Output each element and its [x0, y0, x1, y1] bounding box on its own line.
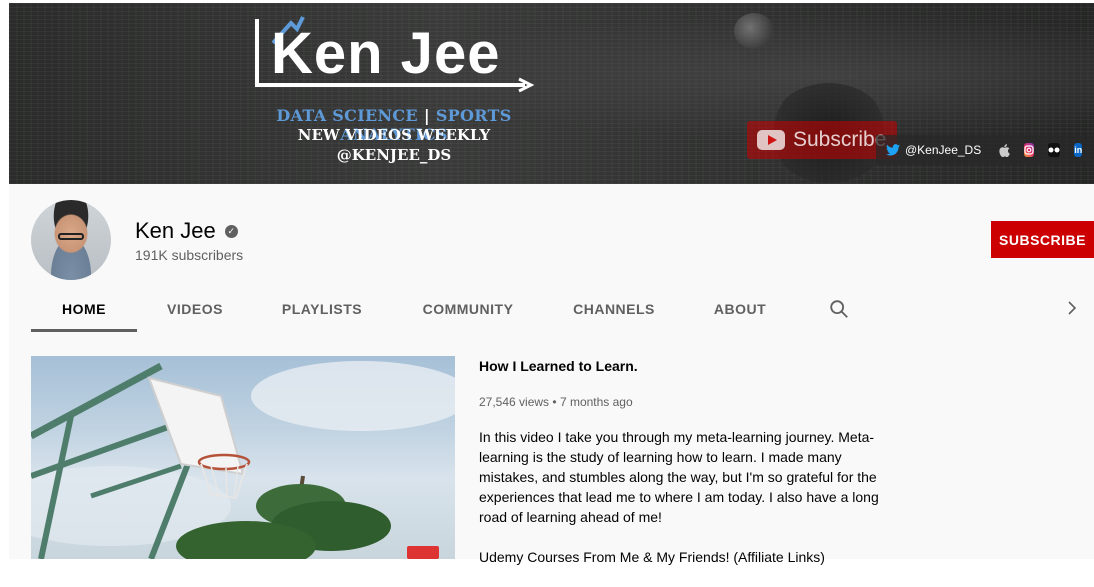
- upload-age: 7 months ago: [559, 395, 633, 409]
- subscribe-button[interactable]: SUBSCRIBE: [991, 221, 1094, 258]
- subscriber-count: 191K subscribers: [135, 247, 244, 263]
- apple-icon[interactable]: [999, 143, 1011, 157]
- description-paragraph: In this video I take you through my meta…: [479, 429, 879, 525]
- banner-tagline-handle: @KENJEE_DS: [336, 146, 452, 164]
- featured-video-title[interactable]: How I Learned to Learn.: [479, 358, 638, 374]
- tab-about[interactable]: ABOUT: [683, 288, 797, 332]
- twitter-link[interactable]: @KenJee_DS: [886, 143, 981, 157]
- basketball-hoop-image: [31, 361, 455, 559]
- banner-tagline-weekly: NEW VIDEOS WEEKLY: [297, 126, 491, 144]
- youtube-play-icon: [757, 130, 785, 150]
- channel-banner: Ken Jee DATA SCIENCE | SPORTS ANALYTICS …: [9, 3, 1094, 184]
- tab-videos[interactable]: VIDEOS: [137, 288, 253, 332]
- description-paragraph: Udemy Courses From Me & My Friends! (Aff…: [479, 549, 825, 565]
- instagram-icon[interactable]: [1024, 143, 1035, 157]
- banner-logo-name: Ken Jee: [271, 21, 501, 86]
- tagline-separator: |: [423, 106, 430, 125]
- banner-subscribe-text: Subscribe: [793, 128, 887, 151]
- twitter-icon: [886, 144, 900, 156]
- banner-ball-decoration: [734, 13, 774, 49]
- channel-name-text: Ken Jee: [135, 218, 216, 243]
- channel-tabs: HOME VIDEOS PLAYLISTS COMMUNITY CHANNELS…: [31, 288, 797, 332]
- youtube-logo-icon: [407, 546, 439, 559]
- chevron-right-icon[interactable]: [1064, 300, 1080, 316]
- tab-playlists[interactable]: PLAYLISTS: [253, 288, 391, 332]
- tab-channels[interactable]: CHANNELS: [545, 288, 683, 332]
- meta-separator: •: [552, 395, 557, 409]
- view-count: 27,546 views: [479, 395, 550, 409]
- avatar-glasses: [58, 233, 84, 240]
- tab-community[interactable]: COMMUNITY: [391, 288, 545, 332]
- tagline-part1: DATA SCIENCE: [276, 106, 418, 125]
- linkedin-icon[interactable]: in: [1074, 143, 1083, 157]
- flickr-icon[interactable]: [1048, 143, 1061, 157]
- verified-badge-icon: ✓: [224, 224, 238, 238]
- tab-home[interactable]: HOME: [31, 288, 137, 332]
- twitter-handle: @KenJee_DS: [905, 143, 982, 157]
- featured-video-thumbnail[interactable]: [31, 356, 455, 559]
- banner-subscribe-graphic: Subscribe: [747, 121, 897, 159]
- channel-name: Ken Jee ✓: [135, 218, 238, 244]
- banner-logo: Ken Jee: [247, 13, 547, 93]
- featured-video-meta: 27,546 views • 7 months ago: [479, 395, 633, 409]
- featured-video-description: In this video I take you through my meta…: [479, 427, 884, 587]
- banner-links-bar: @KenJee_DS in: [876, 135, 1094, 165]
- search-icon[interactable]: [828, 298, 850, 320]
- channel-avatar[interactable]: [31, 200, 111, 280]
